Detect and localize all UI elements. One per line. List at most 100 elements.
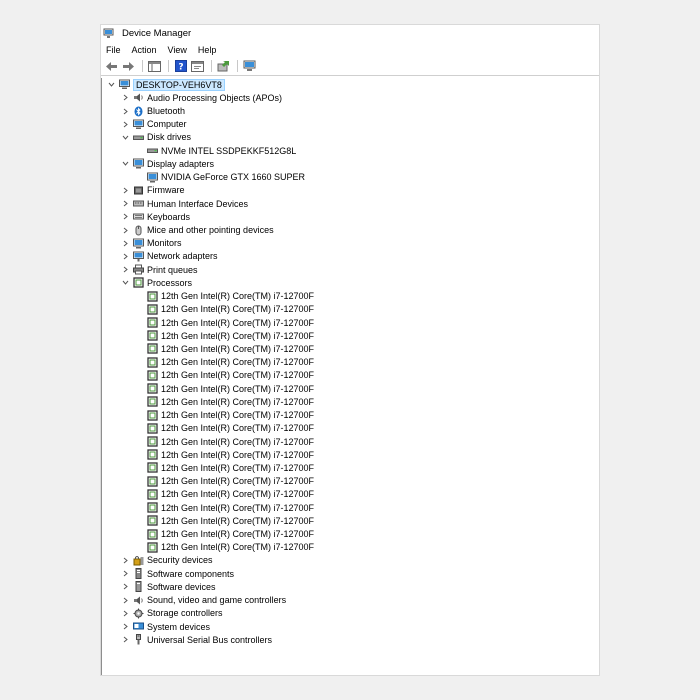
tree-device-item[interactable]: 12th Gen Intel(R) Core(TM) i7-12700F xyxy=(102,541,599,554)
chevron-right-icon[interactable] xyxy=(120,93,130,103)
tree-device-item[interactable]: 12th Gen Intel(R) Core(TM) i7-12700F xyxy=(102,356,599,369)
tree-item-label: Disk drives xyxy=(147,132,192,143)
cpu-icon xyxy=(147,436,158,447)
chevron-right-icon[interactable] xyxy=(120,569,130,579)
tree-device-item[interactable]: 12th Gen Intel(R) Core(TM) i7-12700F xyxy=(102,422,599,435)
tree-category-print-queues[interactable]: Print queues xyxy=(102,263,599,276)
update-driver-icon[interactable] xyxy=(216,59,231,73)
tree-device-item[interactable]: 12th Gen Intel(R) Core(TM) i7-12700F xyxy=(102,382,599,395)
cpu-icon xyxy=(147,502,158,513)
tree-category-audio-processing-objects-apos[interactable]: Audio Processing Objects (APOs) xyxy=(102,91,599,104)
tree-category-monitors[interactable]: Monitors xyxy=(102,237,599,250)
tree-device-item[interactable]: NVMe INTEL SSDPEKKF512G8L xyxy=(102,144,599,157)
chevron-right-icon[interactable] xyxy=(120,251,130,261)
usb-icon xyxy=(133,634,144,645)
tree-category-storage-controllers[interactable]: Storage controllers xyxy=(102,607,599,620)
chevron-right-icon[interactable] xyxy=(120,225,130,235)
help-icon[interactable]: ? xyxy=(173,59,188,73)
network-adapter-icon xyxy=(133,251,144,262)
keyboard-icon xyxy=(133,211,144,222)
show-hide-console-tree-icon[interactable] xyxy=(147,59,162,73)
system-device-icon xyxy=(133,621,144,632)
tree-category-keyboards[interactable]: Keyboards xyxy=(102,210,599,223)
chevron-right-icon[interactable] xyxy=(120,635,130,645)
tree-item-label: 12th Gen Intel(R) Core(TM) i7-12700F xyxy=(161,476,315,487)
tree-category-system-devices[interactable]: System devices xyxy=(102,620,599,633)
scan-hardware-icon[interactable] xyxy=(242,59,257,73)
chevron-down-icon[interactable] xyxy=(120,132,130,142)
tree-category-computer[interactable]: Computer xyxy=(102,118,599,131)
tree-category-sound-video-and-game-controllers[interactable]: Sound, video and game controllers xyxy=(102,594,599,607)
tree-device-item[interactable]: 12th Gen Intel(R) Core(TM) i7-12700F xyxy=(102,329,599,342)
tree-item-label: 12th Gen Intel(R) Core(TM) i7-12700F xyxy=(161,489,315,500)
tree-device-item[interactable]: 12th Gen Intel(R) Core(TM) i7-12700F xyxy=(102,448,599,461)
chevron-right-icon[interactable] xyxy=(120,595,130,605)
tree-device-item[interactable]: 12th Gen Intel(R) Core(TM) i7-12700F xyxy=(102,369,599,382)
tree-device-item[interactable]: 12th Gen Intel(R) Core(TM) i7-12700F xyxy=(102,501,599,514)
tree-item-label: Sound, video and game controllers xyxy=(147,595,287,606)
root-computer-icon xyxy=(119,79,130,90)
audio-icon xyxy=(133,92,144,103)
tree-device-item[interactable]: 12th Gen Intel(R) Core(TM) i7-12700F xyxy=(102,435,599,448)
toolbar-separator xyxy=(211,60,212,72)
tree-category-human-interface-devices[interactable]: Human Interface Devices xyxy=(102,197,599,210)
tree-item-label: Processors xyxy=(147,277,193,288)
tree-item-label: Computer xyxy=(147,119,187,130)
tree-category-disk-drives[interactable]: Disk drives xyxy=(102,131,599,144)
chevron-right-icon[interactable] xyxy=(120,238,130,248)
chevron-right-icon[interactable] xyxy=(120,119,130,129)
tree-device-item[interactable]: 12th Gen Intel(R) Core(TM) i7-12700F xyxy=(102,475,599,488)
chevron-right-icon[interactable] xyxy=(120,608,130,618)
tree-device-item[interactable]: 12th Gen Intel(R) Core(TM) i7-12700F xyxy=(102,342,599,355)
tree-item-label: 12th Gen Intel(R) Core(TM) i7-12700F xyxy=(161,462,315,473)
cpu-icon xyxy=(147,515,158,526)
forward-icon[interactable] xyxy=(121,59,136,73)
chevron-down-icon[interactable] xyxy=(120,278,130,288)
tree-category-mice-and-other-pointing-devices[interactable]: Mice and other pointing devices xyxy=(102,223,599,236)
tree-device-item[interactable]: 12th Gen Intel(R) Core(TM) i7-12700F xyxy=(102,395,599,408)
tree-device-item[interactable]: 12th Gen Intel(R) Core(TM) i7-12700F xyxy=(102,316,599,329)
tree-device-item[interactable]: 12th Gen Intel(R) Core(TM) i7-12700F xyxy=(102,303,599,316)
tree-category-security-devices[interactable]: Security devices xyxy=(102,554,599,567)
cpu-icon xyxy=(147,462,158,474)
menu-action[interactable]: Action xyxy=(132,45,157,55)
processor-icon xyxy=(133,277,144,289)
tree-category-display-adapters[interactable]: Display adapters xyxy=(102,157,599,170)
chevron-right-icon[interactable] xyxy=(120,265,130,275)
tree-category-network-adapters[interactable]: Network adapters xyxy=(102,250,599,263)
chevron-right-icon[interactable] xyxy=(120,199,130,209)
tree-category-processors[interactable]: Processors xyxy=(102,276,599,289)
chevron-right-icon[interactable] xyxy=(120,106,130,116)
back-icon[interactable] xyxy=(104,59,119,73)
tree-category-firmware[interactable]: Firmware xyxy=(102,184,599,197)
tree-category-universal-serial-bus-controllers[interactable]: Universal Serial Bus controllers xyxy=(102,633,599,646)
chevron-down-icon[interactable] xyxy=(120,159,130,169)
tree-category-software-devices[interactable]: Software devices xyxy=(102,580,599,593)
tree-device-item[interactable]: 12th Gen Intel(R) Core(TM) i7-12700F xyxy=(102,408,599,421)
tree-device-item[interactable]: 12th Gen Intel(R) Core(TM) i7-12700F xyxy=(102,527,599,540)
tree-category-software-components[interactable]: Software components xyxy=(102,567,599,580)
chevron-right-icon[interactable] xyxy=(120,185,130,195)
tree-device-item[interactable]: 12th Gen Intel(R) Core(TM) i7-12700F xyxy=(102,488,599,501)
cpu-icon xyxy=(147,357,158,368)
menu-help[interactable]: Help xyxy=(198,45,217,55)
tree-category-bluetooth[interactable]: Bluetooth xyxy=(102,104,599,117)
chevron-right-icon[interactable] xyxy=(120,555,130,565)
tree-item-label: 12th Gen Intel(R) Core(TM) i7-12700F xyxy=(161,370,315,381)
chevron-right-icon[interactable] xyxy=(120,622,130,632)
menu-view[interactable]: View xyxy=(168,45,187,55)
menu-file[interactable]: File xyxy=(106,45,121,55)
disk-drive-icon xyxy=(133,132,144,143)
tree-root-computer[interactable]: DESKTOP-VEH6VT8 xyxy=(102,78,599,91)
tree-device-item[interactable]: NVIDIA GeForce GTX 1660 SUPER xyxy=(102,171,599,184)
tree-device-item[interactable]: 12th Gen Intel(R) Core(TM) i7-12700F xyxy=(102,461,599,474)
toolbar-separator xyxy=(142,60,143,72)
properties-icon[interactable] xyxy=(190,59,205,73)
chevron-right-icon[interactable] xyxy=(120,212,130,222)
chevron-down-icon[interactable] xyxy=(106,80,116,90)
tree-item-label: Storage controllers xyxy=(147,608,223,619)
cpu-icon xyxy=(147,370,158,381)
tree-device-item[interactable]: 12th Gen Intel(R) Core(TM) i7-12700F xyxy=(102,514,599,527)
tree-device-item[interactable]: 12th Gen Intel(R) Core(TM) i7-12700F xyxy=(102,290,599,303)
chevron-right-icon[interactable] xyxy=(120,582,130,592)
